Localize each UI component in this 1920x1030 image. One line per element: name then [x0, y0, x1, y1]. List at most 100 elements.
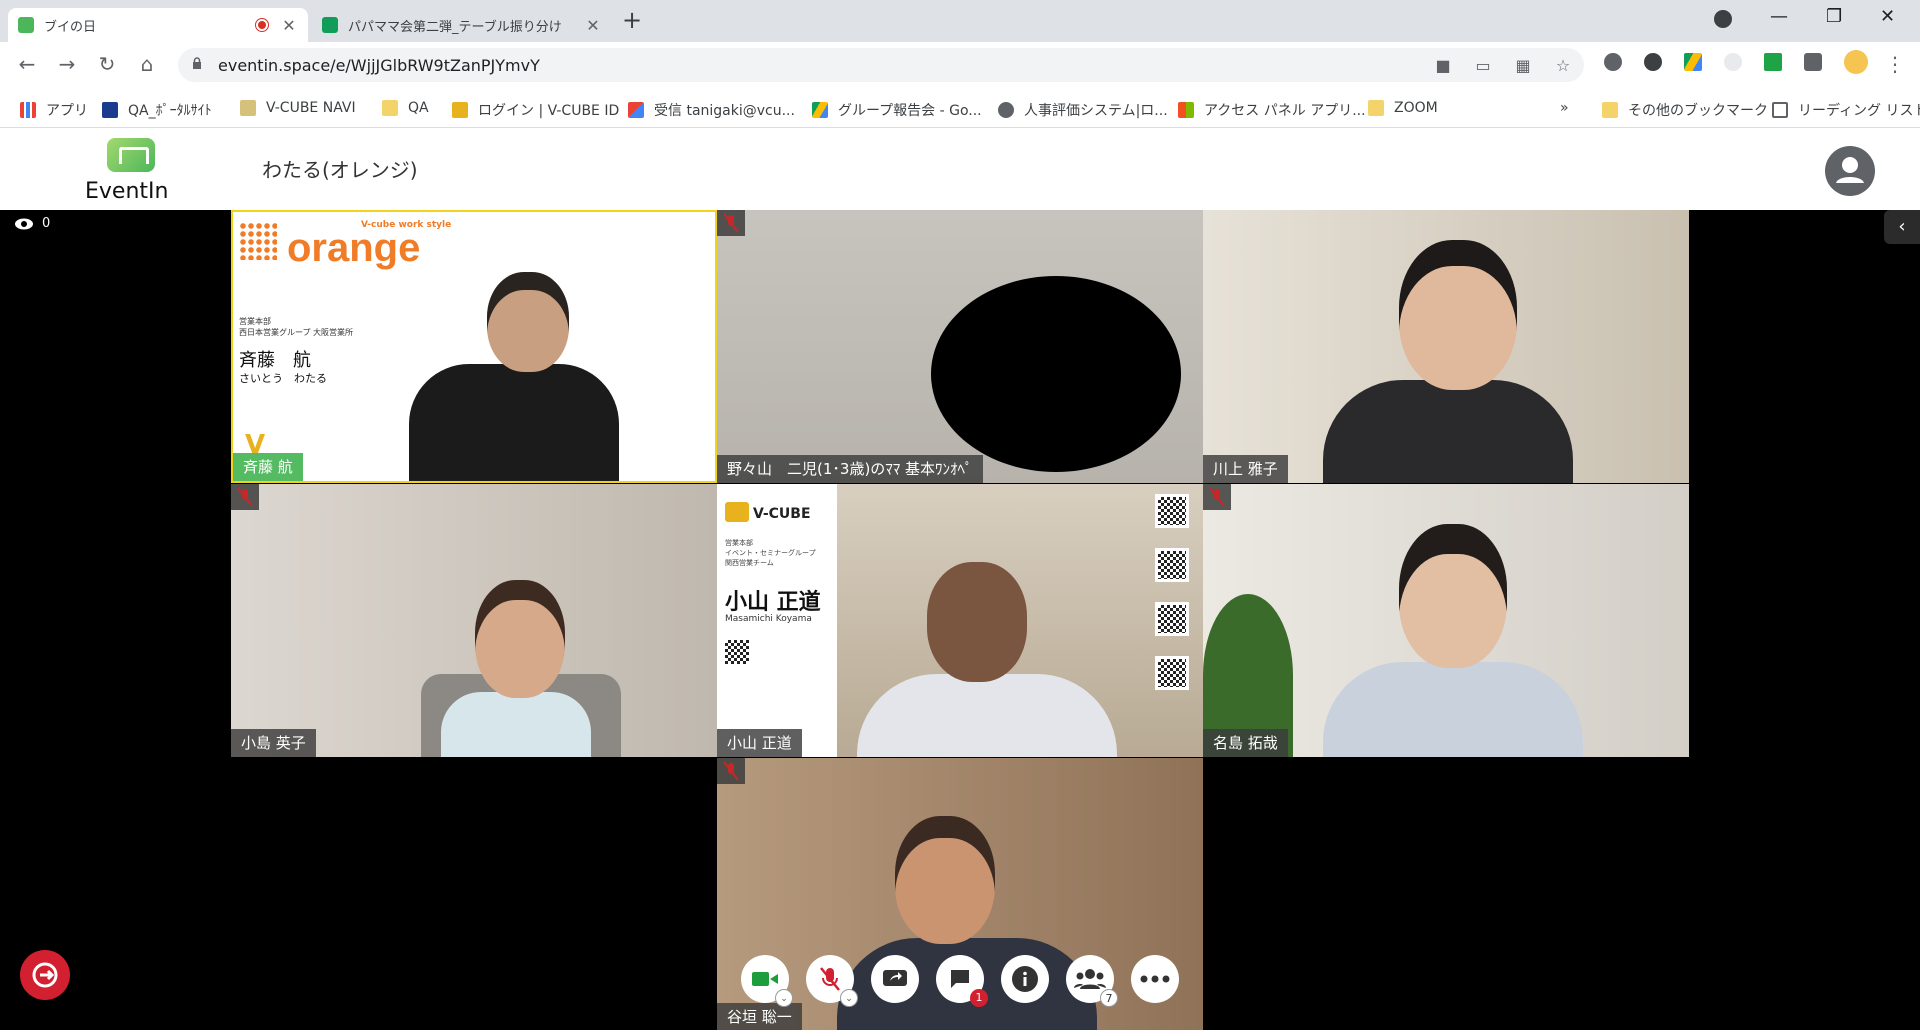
new-tab-icon[interactable]: + [622, 6, 642, 34]
info-button[interactable] [1001, 955, 1049, 1003]
bookmarks-overflow[interactable]: » [1560, 100, 1569, 116]
camera-options-chevron-icon[interactable]: ⌄ [775, 989, 793, 1007]
back-icon[interactable]: ← [14, 52, 40, 76]
muted-mic-icon [231, 484, 259, 510]
mic-toggle-button[interactable]: ⌄ [806, 955, 858, 1007]
bookmark-zoom[interactable]: ZOOM [1368, 100, 1438, 116]
address-bar[interactable]: eventin.space/e/WjjJGlbRW9tZanPJYmvY ■ ▭… [178, 48, 1584, 82]
card-dept1: 営業本部 [239, 317, 271, 326]
card-dept2: 西日本営業グループ 大阪営業所 [239, 328, 354, 337]
bookmark-qa[interactable]: QA [382, 100, 429, 116]
participant-tile[interactable]: V-cube work style orange 営業本部 西日本営業グループ … [231, 210, 717, 483]
browser-tab-strip: ブイの日 ✕ パパママ会第二弾_テーブル振り分け ✕ + — ❐ ✕ [0, 0, 1920, 42]
recording-indicator-icon [256, 19, 268, 31]
muted-mic-icon [1203, 484, 1231, 510]
chat-button[interactable]: 1 [936, 955, 988, 1007]
participant-body [857, 674, 1117, 757]
camera-icon[interactable]: ■ [1434, 56, 1452, 75]
more-dots-icon [1140, 975, 1170, 983]
tab-title: パパママ会第二弾_テーブル振り分け [348, 19, 562, 35]
more-options-button[interactable] [1131, 955, 1179, 1003]
portal-icon [102, 102, 118, 118]
bookmark-other[interactable]: その他のブックマーク [1602, 100, 1768, 120]
eventin-logo-icon [107, 138, 155, 172]
participant-body [441, 692, 591, 757]
qr-icon[interactable]: ▦ [1514, 56, 1532, 75]
navi-icon [240, 100, 256, 116]
minimize-icon[interactable]: — [1770, 6, 1788, 27]
forward-icon[interactable]: → [54, 52, 80, 76]
close-window-icon[interactable]: ✕ [1880, 6, 1895, 27]
eye-icon [15, 218, 33, 229]
browser-tab[interactable]: パパママ会第二弾_テーブル振り分け ✕ [312, 8, 612, 42]
info-icon [1012, 966, 1038, 992]
participant-head [927, 562, 1027, 682]
tab-close-icon[interactable]: ✕ [280, 16, 298, 35]
camera-toggle-button[interactable]: ⌄ [741, 955, 793, 1007]
check-extension-icon[interactable] [1764, 53, 1782, 71]
qr-code-icon [1155, 602, 1189, 636]
puzzle-icon[interactable] [1804, 53, 1822, 71]
participant-head [895, 816, 995, 944]
google-drive-icon[interactable] [1684, 53, 1702, 71]
extension-icon[interactable] [1644, 53, 1662, 71]
eventin-logo-text: EventIn [85, 179, 169, 204]
star-icon[interactable]: ☆ [1554, 56, 1572, 75]
menu-icon[interactable]: ⋮ [1882, 52, 1908, 76]
tab-close-icon[interactable]: ✕ [584, 16, 602, 35]
bookmark-label: リーディング リスト [1798, 103, 1920, 119]
leave-icon [32, 962, 58, 988]
participant-tile[interactable]: 小島 英子 [231, 484, 717, 757]
leave-button[interactable] [20, 950, 70, 1000]
bookmark-group-report[interactable]: グループ報告会 - Go... [812, 100, 982, 120]
bookmark-label: ログイン | V-CUBE ID [478, 103, 620, 119]
participant-name: 谷垣 聡一 [717, 1003, 802, 1030]
bookmark-reading-list[interactable]: リーディング リスト [1772, 100, 1920, 120]
app-header: EventIn わたる(オレンジ) [0, 128, 1920, 210]
bookmark-gmail[interactable]: 受信 tanigaki@vcu... [628, 100, 795, 120]
participant-tile[interactable]: 名島 拓哉 [1203, 484, 1689, 757]
vcube-icon [452, 102, 468, 118]
account-icon[interactable] [1825, 146, 1875, 196]
participant-name: 川上 雅子 [1203, 455, 1288, 483]
mic-off-icon [820, 967, 840, 991]
home-icon[interactable]: ⌂ [134, 52, 160, 76]
browser-tab-active[interactable]: ブイの日 ✕ [8, 8, 308, 42]
chat-icon [951, 970, 969, 988]
bookmark-label: アプリ [46, 103, 88, 119]
folder-icon [382, 100, 398, 116]
card-brand: V-CUBE [753, 506, 811, 522]
participants-count-badge: 7 [1100, 989, 1118, 1007]
participants-button[interactable]: 7 [1066, 955, 1118, 1007]
bookmark-label: その他のブックマーク [1628, 103, 1768, 119]
tab-title: ブイの日 [44, 19, 97, 35]
card-dept: 営業本部 イベント・セミナーグループ 関西営業チーム [725, 539, 816, 567]
bookmark-qa-portal[interactable]: QA_ﾎﾟｰﾀﾙｻｲﾄ [102, 100, 212, 120]
mic-options-chevron-icon[interactable]: ⌄ [840, 989, 858, 1007]
screen-share-button[interactable] [871, 955, 919, 1003]
restore-icon[interactable]: ❐ [1826, 6, 1842, 27]
bookmark-access-panel[interactable]: アクセス パネル アプリ... [1178, 100, 1366, 120]
participant-tile[interactable]: V-CUBE 営業本部 イベント・セミナーグループ 関西営業チーム 小山 正道 … [717, 484, 1203, 757]
lock-icon [193, 57, 201, 69]
participant-tile[interactable]: 野々山 二児(1･3歳)のﾏﾏ 基本ﾜﾝｵﾍﾟ [717, 210, 1203, 483]
bookmark-apps[interactable]: アプリ [20, 100, 88, 120]
folder-icon [1602, 102, 1618, 118]
bookmark-label: グループ報告会 - Go... [838, 103, 982, 119]
profile-avatar-icon[interactable] [1844, 50, 1868, 74]
participant-name: 名島 拓哉 [1203, 729, 1288, 757]
bookmark-hr-system[interactable]: 人事評価システム|ロ... [998, 100, 1168, 120]
vcube-logo-icon [725, 502, 749, 522]
bookmark-vcube-id[interactable]: ログイン | V-CUBE ID [452, 100, 619, 120]
extension-icon[interactable] [1604, 53, 1622, 71]
extension-icon[interactable] [1724, 53, 1742, 71]
qr-code-icon [1155, 548, 1189, 582]
sheets-favicon-icon [322, 17, 338, 33]
muted-mic-icon [717, 758, 745, 784]
participant-tile[interactable]: 川上 雅子 [1203, 210, 1689, 483]
cast-icon[interactable]: ▭ [1474, 56, 1492, 75]
reload-icon[interactable]: ↻ [94, 52, 120, 76]
sidebar-toggle-chevron-icon[interactable]: ‹ [1884, 210, 1920, 244]
bookmark-vcube-navi[interactable]: V-CUBE NAVI [240, 100, 356, 116]
tab-search-icon[interactable] [1714, 10, 1732, 28]
